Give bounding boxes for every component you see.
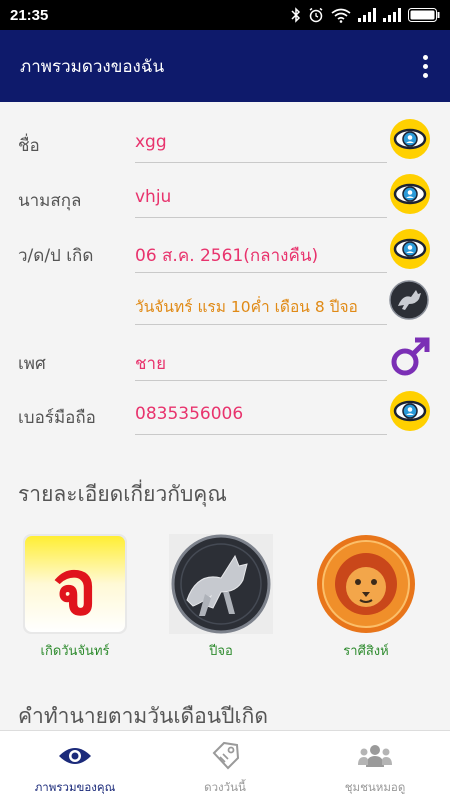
wifi-icon <box>331 8 351 23</box>
birthdate-row: ว/ด/ป เกิด 06 ส.ค. 2561(กลางคืน) <box>0 212 450 273</box>
surname-value[interactable]: vhju <box>135 187 171 207</box>
gender-row: เพศ ชาย <box>0 320 450 381</box>
prediction-section-title: คำทำนายตามวันเดือนปีเกิด <box>18 704 268 728</box>
surname-row: นามสกุล vhju <box>0 157 450 218</box>
details-cards: จ เกิดวันจันทร์ ปีจอ ราศีสิงห์ <box>0 534 450 664</box>
name-row: ชื่อ xgg <box>0 102 450 163</box>
nav-label: ชุมชนหมอดู <box>344 780 406 794</box>
nav-label: ดวงวันนี้ <box>204 780 246 794</box>
more-vert-icon[interactable] <box>421 49 430 84</box>
male-symbol-icon <box>389 336 431 378</box>
monday-glyph: จ <box>53 543 98 632</box>
gender-value[interactable]: ชาย <box>135 350 166 377</box>
battery-icon <box>408 8 440 22</box>
leo-lion-icon <box>314 534 418 634</box>
nav-daily-horoscope[interactable]: ดวงวันนี้ <box>150 731 300 800</box>
community-icon <box>358 741 392 771</box>
dog-zodiac-icon[interactable] <box>389 280 431 322</box>
name-value[interactable]: xgg <box>135 132 167 152</box>
eye-icon[interactable] <box>389 390 431 432</box>
dog-year-icon <box>169 534 273 634</box>
phone-value[interactable]: 0835356006 <box>135 404 243 424</box>
tag-icon <box>210 741 240 771</box>
signal-icon <box>358 8 376 22</box>
eye-icon <box>57 741 93 771</box>
surname-label: นามสกุล <box>18 191 82 211</box>
status-icons <box>291 7 440 23</box>
birth-day-card[interactable]: จ เกิดวันจันทร์ <box>20 534 130 661</box>
name-label: ชื่อ <box>18 136 40 156</box>
status-time: 21:35 <box>10 6 49 24</box>
page-title: ภาพรวมดวงของฉัน <box>20 56 165 77</box>
main-content: ชื่อ xgg นามสกุล vhju ว/ด/ป เกิด 06 ส.ค.… <box>0 102 450 730</box>
alarm-icon <box>308 7 324 23</box>
card-caption: ปีจอ <box>209 644 233 659</box>
card-caption: ราศีสิงห์ <box>343 644 389 659</box>
gender-label: เพศ <box>18 354 46 374</box>
card-caption: เกิดวันจันทร์ <box>40 644 110 659</box>
phone-row: เบอร์มือถือ 0835356006 <box>0 374 450 435</box>
divider <box>135 434 387 435</box>
app-bar: ภาพรวมดวงของฉัน <box>0 30 450 102</box>
zodiac-card[interactable]: ราศีสิงห์ <box>311 534 421 661</box>
lunar-date-row: วันจันทร์ แรม 10ค่ำ เดือน 8 ปีจอ <box>0 264 450 325</box>
birth-year-card[interactable]: ปีจอ <box>166 534 276 661</box>
status-bar: 21:35 <box>0 0 450 30</box>
monday-letter-icon: จ <box>23 534 127 634</box>
bluetooth-icon <box>291 7 301 23</box>
eye-icon[interactable] <box>389 118 431 160</box>
nav-label: ภาพรวมของคุณ <box>34 780 116 794</box>
lunar-date-value: วันจันทร์ แรม 10ค่ำ เดือน 8 ปีจอ <box>135 298 358 316</box>
details-section-title: รายละเอียดเกี่ยวกับคุณ <box>18 482 227 506</box>
nav-overview[interactable]: ภาพรวมของคุณ <box>0 731 150 800</box>
signal-icon <box>383 8 401 22</box>
eye-icon[interactable] <box>389 173 431 215</box>
bottom-navigation: ภาพรวมของคุณ ดวงวันนี้ ชุมชนหมอดู <box>0 730 450 800</box>
nav-community[interactable]: ชุมชนหมอดู <box>300 731 450 800</box>
phone-label: เบอร์มือถือ <box>18 408 96 428</box>
